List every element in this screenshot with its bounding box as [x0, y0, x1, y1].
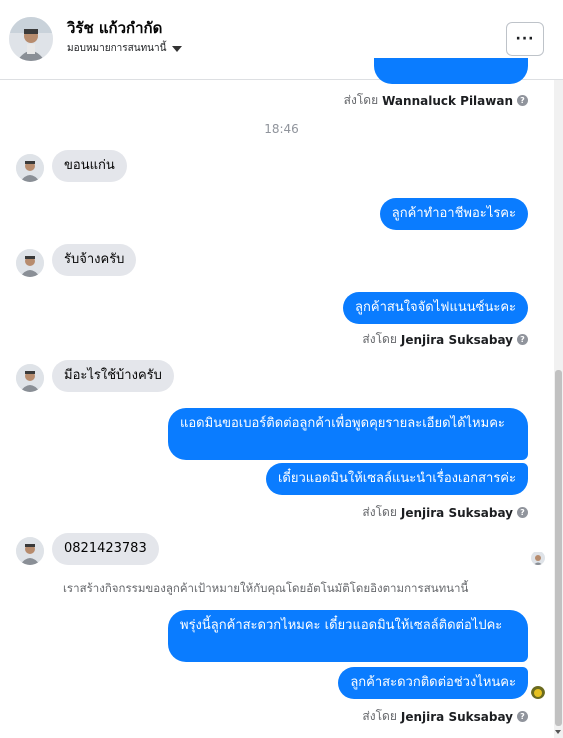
system-notice: เราสร้างกิจกรรมของลูกค้าเป้าหมายให้กับคุ… — [63, 581, 469, 595]
sent-by-label: ส่งโดย Wannaluck Pilawan ? — [344, 91, 528, 110]
sent-by-label: ส่งโดย Jenjira Suksabay ? — [362, 707, 528, 726]
assign-conversation-dropdown[interactable]: มอบหมายการสนทนานี้ — [67, 41, 183, 56]
scroll-down-arrow-icon[interactable] — [555, 730, 561, 734]
timestamp: 18:46 — [264, 122, 299, 136]
outgoing-message: เดี๋ยวแอดมินให้เซลล์แนะนำเรื่องเอกสารค่ะ — [265, 463, 528, 495]
help-icon[interactable]: ? — [517, 334, 528, 345]
contact-avatar-small — [16, 154, 44, 182]
contact-avatar[interactable] — [9, 17, 53, 61]
help-icon[interactable]: ? — [517, 95, 528, 106]
outgoing-message: ลูกค้าทำอาชีพอะไรคะ — [379, 198, 528, 230]
contact-name[interactable]: วิรัช แก้วกำกัด — [67, 16, 162, 40]
message-bubble-partial — [374, 58, 528, 84]
assign-label: มอบหมายการสนทนานี้ — [67, 43, 167, 54]
contact-avatar-small — [16, 364, 44, 392]
outgoing-message: พรุ่งนี้ลูกค้าสะดวกไหมคะ เดี๋ยวแอดมินให้… — [168, 610, 528, 662]
outgoing-message: ลูกค้าสะดวกติดต่อช่วงไหนคะ — [338, 667, 528, 699]
more-options-button[interactable]: ··· — [506, 22, 544, 56]
message-list-scrollbar[interactable] — [554, 80, 563, 738]
contact-avatar-small — [16, 249, 44, 277]
incoming-message: ขอนแก่น — [52, 150, 127, 182]
sent-by-label: ส่งโดย Jenjira Suksabay ? — [362, 330, 528, 349]
help-icon[interactable]: ? — [517, 711, 528, 722]
scrollbar-thumb[interactable] — [555, 370, 562, 726]
sent-by-label: ส่งโดย Jenjira Suksabay ? — [362, 503, 528, 522]
seen-avatar — [531, 685, 545, 699]
caret-down-icon — [172, 45, 183, 52]
outgoing-message: แอดมินขอเบอร์ติดต่อลูกค้าเพื่อพูดคุยรายล… — [168, 408, 528, 460]
incoming-message: มีอะไรใช้บ้างครับ — [52, 360, 174, 392]
outgoing-message: ลูกค้าสนใจจัดไฟแนนซ์นะคะ — [343, 292, 528, 324]
help-icon[interactable]: ? — [517, 507, 528, 518]
contact-avatar-small — [16, 537, 44, 565]
incoming-message: รับจ้างครับ — [52, 244, 137, 276]
seen-avatar — [531, 551, 545, 565]
incoming-message: 0821423783 — [52, 533, 159, 565]
